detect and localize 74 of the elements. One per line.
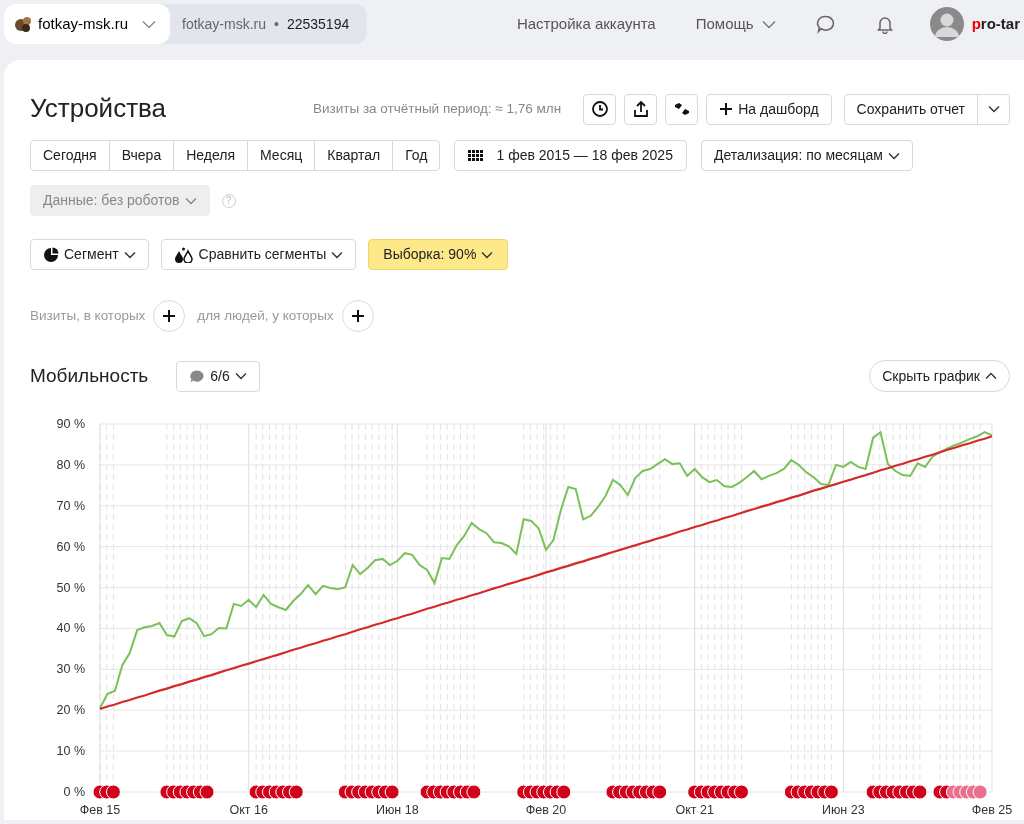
date-range-button[interactable]: 1 фев 2015 — 18 фев 2025 (454, 140, 687, 171)
clock-icon (590, 100, 609, 118)
period-tab[interactable]: Сегодня (30, 140, 110, 171)
help-link[interactable]: Помощь (695, 12, 776, 36)
period-tab[interactable]: Неделя (173, 140, 249, 171)
separator-dot: • (274, 14, 279, 34)
period-tab[interactable]: Квартал (314, 140, 394, 171)
pie-chart-icon (43, 246, 59, 263)
chevron-down-icon (123, 250, 136, 259)
annotation-markers-drawing[interactable] (92, 784, 988, 800)
comment-icon (189, 368, 206, 384)
plus-icon (162, 309, 177, 323)
chat-icon (815, 14, 836, 34)
axis-label: 90 % (56, 417, 85, 431)
period-tab[interactable]: Вчера (108, 140, 175, 171)
compare-segments-button[interactable]: Сравнить сегменты (160, 239, 357, 270)
chevron-down-icon (761, 19, 776, 29)
chevron-down-icon (331, 250, 344, 259)
condition-label: Визиты, в которых (30, 306, 146, 325)
counter-id: 22535194 (286, 14, 350, 34)
plus-icon (719, 102, 734, 116)
axis-label: 10 % (56, 744, 85, 759)
axis-label: 50 % (56, 580, 85, 595)
save-report-button[interactable]: Сохранить отчет (843, 93, 978, 125)
switch-view-button[interactable] (665, 93, 699, 125)
user-login[interactable]: pro-tar (971, 12, 1020, 36)
axis-label: Фев 15 (79, 803, 121, 817)
detail-dropdown[interactable]: Детализация: по месяцам (700, 140, 913, 171)
axis-label: 60 % (56, 539, 85, 554)
axis-label: Окт 16 (229, 803, 268, 817)
chevron-down-icon (481, 250, 494, 259)
axis-label: Окт 21 (675, 803, 714, 817)
notes-dropdown[interactable]: 6/6 (176, 360, 260, 392)
axis-label: Июн 23 (822, 803, 865, 817)
export-button[interactable] (624, 93, 658, 125)
calendar-icon (468, 149, 485, 162)
chevron-down-icon (184, 196, 197, 205)
axis-label: 0 % (63, 785, 85, 799)
page-title: Устройства (30, 93, 167, 125)
add-to-dashboard-button[interactable]: На дашборд (706, 93, 832, 125)
period-tab[interactable]: Год (392, 140, 441, 171)
add-condition-button[interactable] (153, 300, 186, 332)
chevron-down-icon (142, 20, 156, 30)
drops-icon (173, 246, 194, 263)
chevron-up-icon (985, 372, 997, 380)
site-selector[interactable]: fotkay-msk.ru (4, 4, 170, 44)
chevron-down-icon (987, 105, 1000, 113)
avatar (929, 7, 964, 41)
chart-title: Мобильность (30, 363, 149, 388)
chevron-down-icon (887, 151, 900, 160)
visits-summary: Визиты за отчётный период: ≈ 1,76 млн (313, 99, 562, 118)
account-settings-link[interactable]: Настройка аккаунта (516, 12, 656, 36)
bell-icon (875, 14, 894, 34)
hide-chart-button[interactable]: Скрыть график (869, 360, 1010, 392)
plus-icon (350, 309, 365, 323)
segment-button[interactable]: Сегмент (30, 239, 149, 270)
axis-label: 70 % (56, 498, 85, 513)
axis-label: 80 % (56, 457, 85, 472)
shapes-icon (672, 100, 691, 118)
chevron-down-icon (234, 372, 247, 380)
period-tab[interactable]: Месяц (247, 140, 316, 171)
axis-label: 20 % (56, 703, 85, 718)
axis-label: Фев 20 (525, 803, 567, 817)
axis-label: 30 % (56, 662, 85, 677)
axis-label: Июн 18 (376, 803, 419, 817)
share-icon (631, 100, 650, 118)
condition-label: для людей, у которых (197, 306, 334, 325)
axis-label: Фев 25 (971, 803, 1013, 817)
site-icon (14, 15, 32, 33)
counter-site[interactable]: fotkay-msk.ru (182, 13, 267, 35)
sample-dropdown[interactable]: Выборка: 90% (368, 239, 509, 270)
add-condition-button[interactable] (341, 300, 374, 332)
history-button[interactable] (583, 93, 617, 125)
axis-label: 40 % (56, 621, 85, 636)
